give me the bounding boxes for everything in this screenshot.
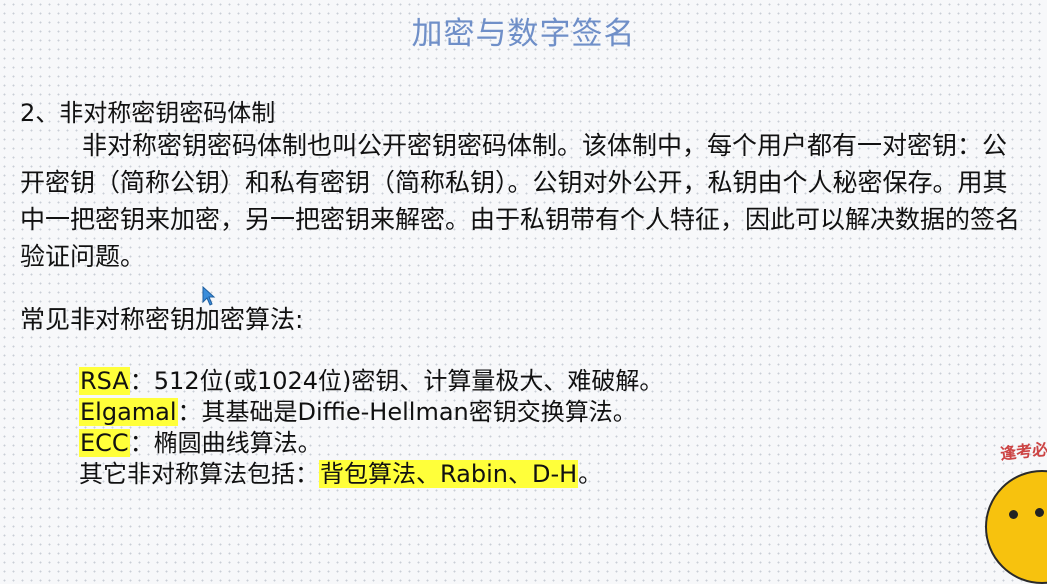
algorithm-item-rsa: RSA：512位(或1024位)密钥、计算量极大、难破解。 xyxy=(79,366,663,397)
algorithm-item-elgamal: Elgamal：其基础是Diffie-Hellman密钥交换算法。 xyxy=(79,397,663,428)
paragraph-text: 非对称密钥密码体制也叫公开密钥密码体制。该体制中，每个用户都有一对密钥：公开密钥… xyxy=(20,131,1021,271)
section-heading: 2、非对称密钥密码体制 xyxy=(20,99,276,127)
slide-title: 加密与数字签名 xyxy=(411,16,636,52)
algorithm-desc: 椭圆曲线算法。 xyxy=(153,429,322,457)
algorithm-desc: 其基础是Diffie-Hellman密钥交换算法。 xyxy=(201,398,637,426)
algorithms-heading: 常见非对称密钥加密算法: xyxy=(20,305,304,334)
algorithm-separator: ： xyxy=(129,367,154,395)
algorithm-name: ECC xyxy=(79,429,130,457)
other-algorithms-prefix: 其它非对称算法包括： xyxy=(79,460,319,488)
mascot-caption: 逢考必 xyxy=(999,439,1047,464)
paragraph-block: 非对称密钥密码体制也叫公开密钥密码体制。该体制中，每个用户都有一对密钥：公开密钥… xyxy=(20,127,1030,275)
mascot-avatar xyxy=(985,470,1047,584)
mascot-eye-right xyxy=(1035,508,1044,517)
algorithm-separator: ： xyxy=(177,398,202,426)
other-algorithms-highlight: 背包算法、Rabin、D-H xyxy=(319,460,579,488)
other-algorithms-suffix: 。 xyxy=(578,460,603,488)
algorithm-item-ecc: ECC：椭圆曲线算法。 xyxy=(79,428,663,459)
algorithm-desc: 512位(或1024位)密钥、计算量极大、难破解。 xyxy=(153,367,664,395)
mouse-cursor-icon xyxy=(202,286,216,306)
algorithm-list: RSA：512位(或1024位)密钥、计算量极大、难破解。 Elgamal：其基… xyxy=(79,366,663,490)
algorithm-name: Elgamal xyxy=(79,398,178,426)
algorithm-name: RSA xyxy=(79,367,130,395)
other-algorithms-row: 其它非对称算法包括：背包算法、Rabin、D-H。 xyxy=(79,459,663,490)
algorithm-separator: ： xyxy=(129,429,154,457)
mascot-eye-left xyxy=(1009,510,1018,519)
